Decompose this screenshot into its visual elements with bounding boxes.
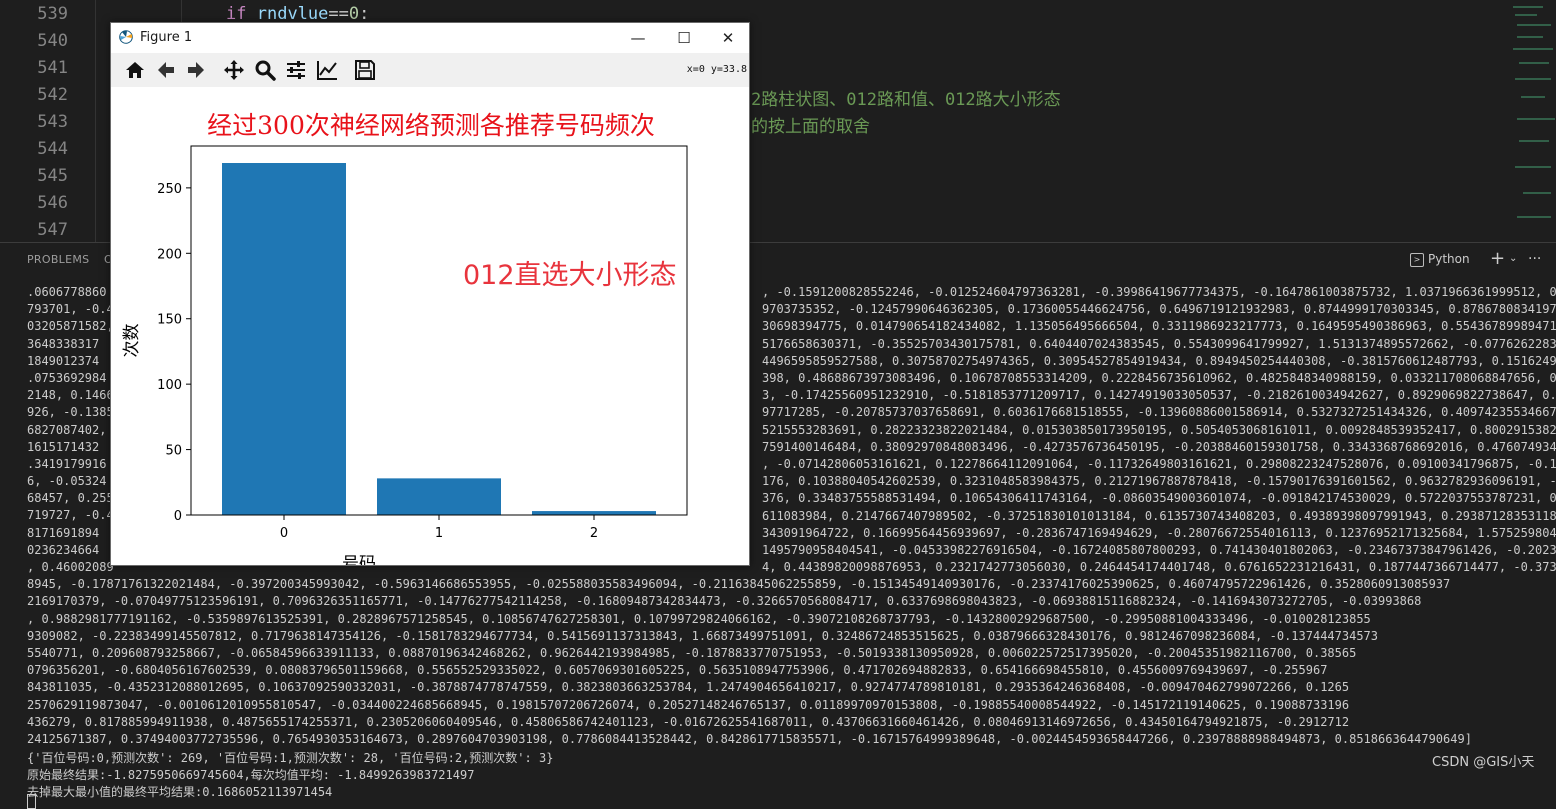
more-actions-icon[interactable]: ···: [1528, 251, 1541, 267]
terminal-line: , 0.9882981777191162, -0.535989761352539…: [27, 611, 1371, 626]
line-number: 546: [37, 193, 68, 213]
terminal-line-right: 343091964722, 0.16699564456939697, -0.28…: [762, 525, 1556, 540]
y-tick-label: 100: [157, 378, 182, 393]
terminal-selector[interactable]: Python: [1428, 252, 1470, 266]
terminal-line-right: 7591400146484, 0.38092970848083496, -0.4…: [762, 439, 1556, 454]
figure-toolbar: x=0 y=33.8: [111, 53, 749, 87]
chart-title: 经过300次神经网络预测各推荐号码频次: [207, 111, 655, 140]
add-terminal-icon[interactable]: +: [1490, 248, 1505, 269]
x-tick-label: 1: [435, 526, 443, 541]
number-literal: 0: [348, 4, 360, 24]
line-number: 544: [37, 139, 68, 159]
terminal-line-right: 376, 0.33483755588531494, 0.106543064117…: [762, 491, 1556, 506]
terminal-line-right: 5176658630371, -0.35525703430175781, 0.6…: [762, 336, 1556, 351]
minimap[interactable]: [1505, 0, 1556, 242]
terminal-cursor: [27, 794, 36, 809]
terminal-line: 24125671387, 0.37494003772735596, 0.7654…: [27, 731, 1472, 746]
terminal-line-right: 9703735352, -0.12457990646362305, 0.1736…: [762, 302, 1556, 317]
maximize-button[interactable]: ☐: [661, 23, 707, 53]
pan-icon[interactable]: [221, 57, 247, 83]
x-axis-label: 号码: [342, 554, 376, 565]
minimize-button[interactable]: —: [615, 23, 661, 53]
code-comment-543[interactable]: 的按上面的取舍: [751, 112, 870, 137]
terminal-line-right: 1495790958404541, -0.04533982276916504, …: [762, 543, 1556, 557]
chevron-down-icon[interactable]: ⌄: [1509, 253, 1517, 264]
line-number: 542: [37, 85, 68, 105]
matplotlib-logo-icon: [119, 30, 133, 44]
terminal-line-right: 97717285, -0.20785737037658691, 0.603617…: [762, 405, 1556, 420]
code-comment-542[interactable]: 2路柱状图、012路和值、012路大小形态: [751, 85, 1061, 110]
terminal-line-right: 3, -0.17425560951232910, -0.518185377120…: [762, 388, 1556, 403]
edit-axes-icon[interactable]: [314, 57, 340, 83]
terminal-icon: >: [1410, 253, 1424, 267]
save-icon[interactable]: [352, 57, 378, 83]
zoom-icon[interactable]: [252, 57, 278, 83]
line-number: 540: [37, 31, 68, 51]
terminal-line-right: 611083984, 0.2147667407989502, -0.372518…: [762, 508, 1556, 523]
home-icon[interactable]: [122, 57, 148, 83]
line-number: 541: [37, 58, 68, 78]
terminal-line-right: 4, 0.44389820098876953, 0.23217427730560…: [762, 560, 1556, 575]
terminal-line: 5540771, 0.209608793258667, -0.065845966…: [27, 645, 1357, 660]
terminal-line: 0796356201, -0.6804056167602539, 0.08083…: [27, 663, 1328, 678]
terminal-line-right: 4496595859527588, 0.30758702754974365, 0…: [762, 353, 1556, 368]
y-tick-label: 250: [157, 182, 182, 197]
bar-chart: 经过300次神经网络预测各推荐号码频次 0 1 2 0 50 100 150 200 250 号码 次…: [122, 111, 688, 574]
terminal-line-right: 398, 0.48688673973083496, 0.106787085533…: [762, 371, 1556, 385]
code-line-539[interactable]: if rndvlue==0:: [226, 4, 369, 24]
identifier-rndvlue: rndvlue: [256, 4, 329, 24]
line-number: 539: [37, 4, 68, 24]
terminal-line: 2570629119873047, -0.0010612010955810547…: [27, 697, 1350, 712]
terminal-line: 436279, 0.817885994911938, 0.48756551742…: [27, 714, 1350, 729]
terminal-line-right: , -0.07142806053161621, 0.12278664112091…: [762, 457, 1556, 471]
y-axis-label: 次数: [122, 324, 142, 358]
x-tick-label: 0: [280, 526, 288, 541]
window-title: Figure 1: [140, 30, 193, 45]
y-tick-label: 50: [165, 444, 182, 459]
terminal-line: 9309082, -0.22383499145507812, 0.7179638…: [27, 628, 1379, 643]
terminal-line: {'百位号码:0,预测次数': 269, '百位号码:1,预测次数': 28, …: [27, 751, 554, 766]
forward-arrow-icon[interactable]: [183, 57, 209, 83]
terminal-line-right: 176, 0.10388040542602539, 0.323104858398…: [762, 474, 1556, 489]
tab-problems[interactable]: PROBLEMS: [27, 253, 89, 266]
terminal-line-right: , -0.1591200828552246, -0.01252460479736…: [762, 285, 1556, 299]
cursor-coordinates: x=0 y=33.8: [686, 64, 747, 75]
line-number: 543: [37, 112, 68, 132]
terminal-line: 去掉最大最小值的最终平均结果:0.1686052113971454: [27, 785, 333, 800]
terminal-line-right: 5215553283691, 0.28223323822021484, 0.01…: [762, 422, 1556, 437]
y-tick-label: 0: [174, 509, 182, 524]
back-arrow-icon[interactable]: [153, 57, 179, 83]
bar: [222, 163, 346, 516]
matplotlib-figure-window[interactable]: Figure 1 — ☐ ✕ x=0 y=33.8 经过300次神经网络预测各推…: [110, 22, 750, 574]
terminal-line: 843811035, -0.4352312088012695, 0.106370…: [27, 680, 1350, 695]
figure-canvas[interactable]: 经过300次神经网络预测各推荐号码频次 0 1 2 0 50 100 150 200 250 号码 次…: [111, 87, 749, 574]
close-button[interactable]: ✕: [705, 23, 751, 53]
line-number: 545: [37, 166, 68, 186]
y-tick-label: 200: [157, 247, 182, 262]
configure-subplots-icon[interactable]: [283, 57, 309, 83]
terminal-line: 2169170379, -0.07049775123596191, 0.7096…: [27, 594, 1422, 609]
indent-guide: [95, 0, 96, 242]
x-tick-label: 2: [590, 526, 598, 541]
watermark: CSDN @GIS小天: [1432, 755, 1535, 770]
bar: [532, 511, 656, 515]
bar: [377, 478, 501, 515]
operator: ==: [328, 4, 349, 24]
keyword-if: if: [226, 4, 247, 24]
colon: :: [359, 4, 370, 24]
terminal-line-right: 30698394775, 0.014790654182434082, 1.135…: [762, 319, 1556, 334]
line-number: 547: [37, 220, 68, 240]
terminal-line: 原始最终结果:-1.8275950669745604,每次均值平均: -1.84…: [27, 768, 475, 783]
terminal-line: 8945, -0.17871761322021484, -0.397200345…: [27, 577, 1451, 592]
chart-annotation: 012直选大小形态: [463, 260, 677, 291]
window-titlebar[interactable]: Figure 1 — ☐ ✕: [111, 23, 749, 53]
y-tick-label: 150: [157, 313, 182, 328]
